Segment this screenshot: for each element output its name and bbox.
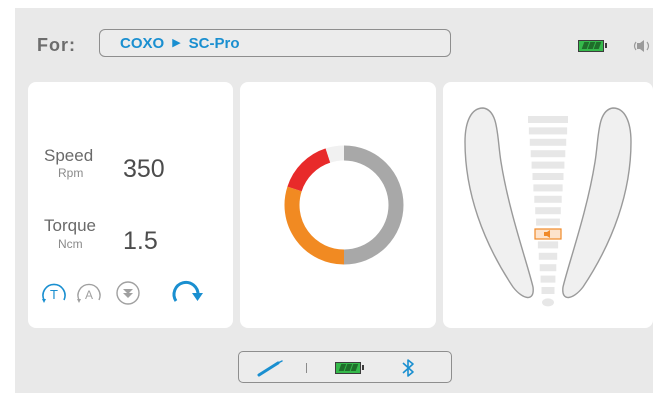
rotation-clockwise-icon[interactable] [170, 277, 204, 309]
apex-bar [540, 275, 556, 283]
root-canal-right-wall [562, 107, 632, 299]
auto-mode-icon[interactable]: A [76, 280, 102, 306]
gauge-segment-red [287, 148, 331, 192]
apex-bar [539, 264, 557, 272]
apex-bar [532, 173, 564, 180]
apex-bar [541, 287, 555, 294]
root-canal-left-wall [464, 107, 534, 299]
svg-text:A: A [85, 288, 93, 302]
brand-name: COXO [120, 34, 165, 52]
down-mode-icon[interactable] [115, 280, 141, 306]
apex-bar [531, 161, 565, 169]
apex-bar [536, 218, 560, 226]
apex-bar [538, 252, 558, 260]
torque-value[interactable]: 1.5 [123, 227, 158, 256]
apex-bar [534, 195, 562, 203]
gauge-segment-gray [343, 145, 404, 265]
for-label: For: [37, 35, 76, 55]
gauge-panel [240, 82, 436, 328]
apex-locator-display [464, 107, 632, 307]
apex-tip [542, 298, 554, 307]
apex-bar [537, 241, 559, 249]
play-arrow-icon: ▶ [172, 36, 181, 49]
speed-label: Speed [44, 146, 94, 165]
connection-status-bar [238, 351, 452, 383]
speaker-volume-icon[interactable] [632, 38, 652, 54]
apex-bar [528, 127, 568, 135]
torque-label: Torque [44, 216, 96, 235]
speed-unit: Rpm [58, 166, 84, 180]
torque-gauge [284, 145, 404, 265]
status-divider [306, 363, 307, 373]
apex-bar [528, 116, 568, 123]
svg-text:T: T [50, 287, 58, 302]
bluetooth-icon[interactable] [401, 358, 415, 378]
settings-panel: Speed Rpm 350 Torque Ncm 1.5 T A [28, 82, 233, 328]
torque-unit: Ncm [58, 237, 83, 251]
gauge-segment-orange [284, 186, 345, 265]
model-name: SC-Pro [188, 34, 240, 52]
apex-bar [535, 207, 561, 215]
gauge-segment-gap [325, 145, 345, 163]
apex-bar [530, 150, 566, 158]
device-screen: For: COXO ▶ SC-Pro Speed Rpm 350 Torque … [15, 8, 653, 393]
model-selector[interactable]: COXO ▶ SC-Pro [99, 29, 451, 57]
speed-value[interactable]: 350 [123, 155, 165, 184]
apex-bar [529, 138, 567, 146]
battery-full-icon [335, 362, 364, 374]
handpiece-icon [257, 360, 283, 377]
torque-mode-icon[interactable]: T [41, 280, 67, 306]
battery-full-icon [578, 40, 607, 52]
apex-bar [533, 184, 563, 192]
apex-panel [443, 82, 653, 328]
